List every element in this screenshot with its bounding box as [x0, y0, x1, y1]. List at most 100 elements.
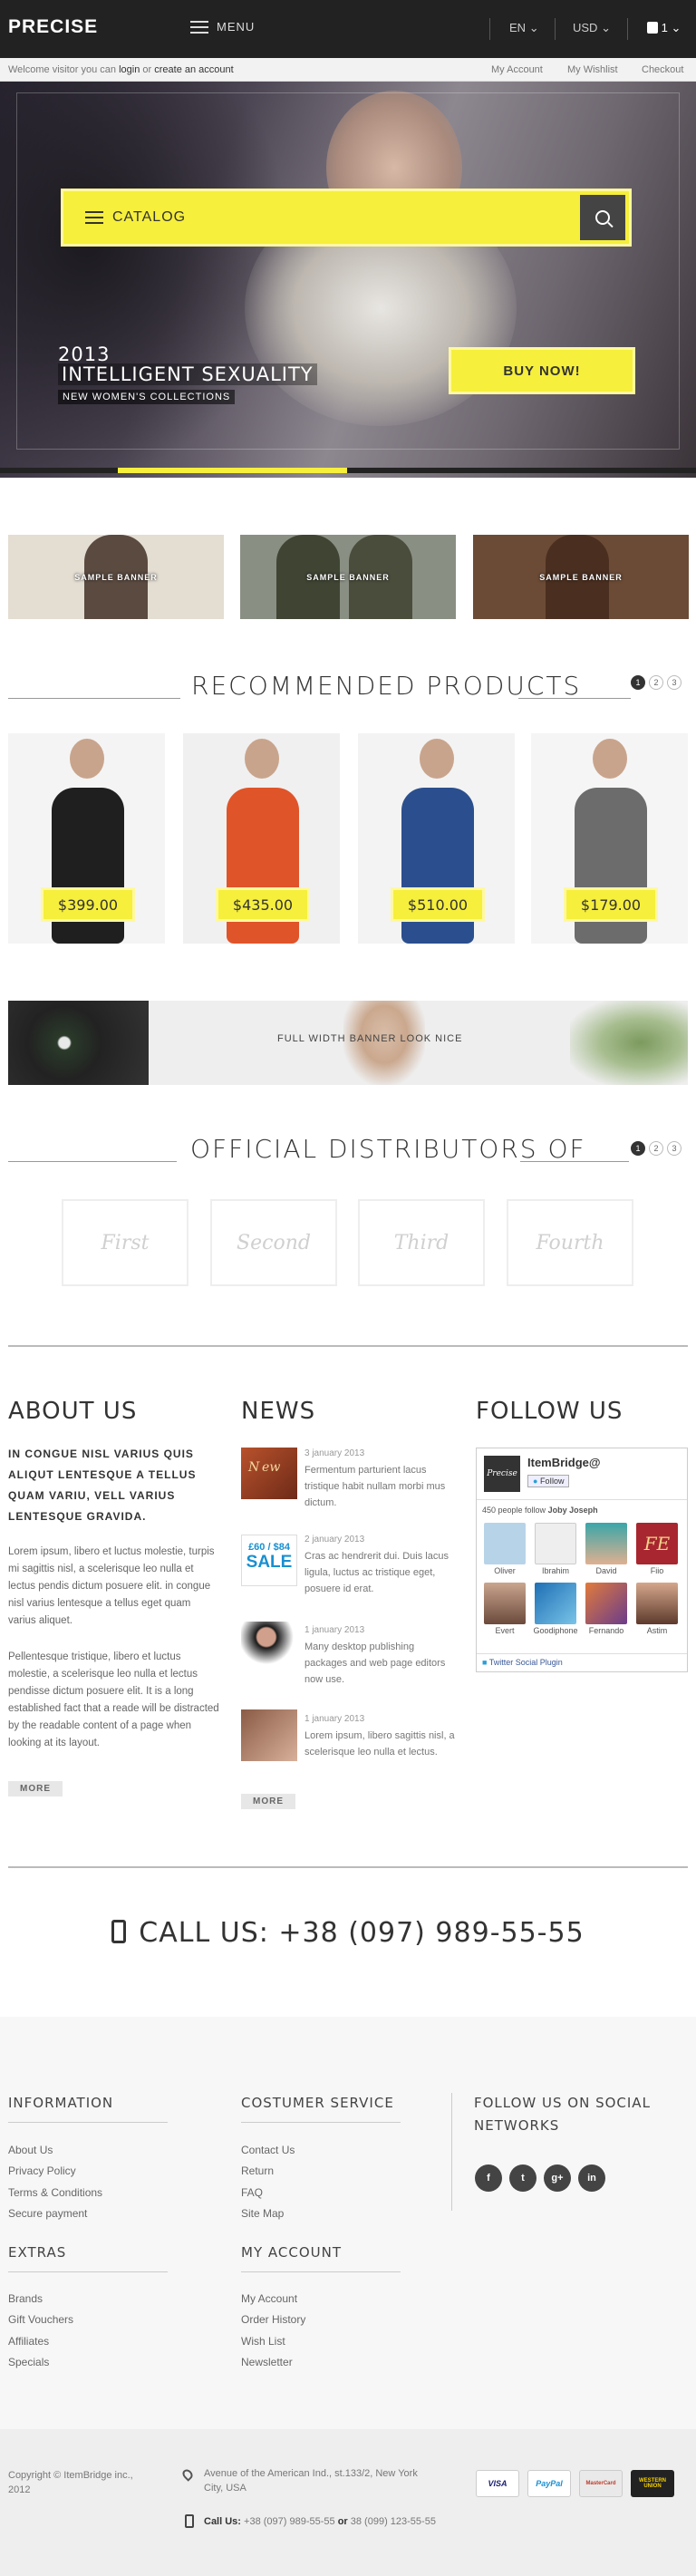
follower-avatar[interactable]: [484, 1583, 526, 1624]
recommended-pager: 1 2 3: [631, 675, 682, 690]
sample-banner-1[interactable]: SAMPLE BANNER: [8, 535, 224, 619]
phone-icon: [111, 1920, 127, 1943]
catalog-bar[interactable]: CATALOG: [61, 189, 632, 247]
product-card[interactable]: $510.00: [358, 733, 515, 944]
address: Avenue of the American Ind., st.133/2, N…: [204, 2468, 418, 2479]
widget-page-name[interactable]: ItemBridge@: [527, 1456, 601, 1469]
about-title: ABOUT US: [8, 1398, 138, 1425]
footer-link[interactable]: Secure payment: [8, 2207, 87, 2220]
footer-link[interactable]: Specials: [8, 2356, 49, 2368]
product-price[interactable]: $435.00: [216, 887, 310, 922]
follower-avatar[interactable]: FE: [636, 1523, 678, 1564]
plugin-label: Twitter Social Plugin: [488, 1658, 563, 1667]
checkout-link[interactable]: Checkout: [642, 64, 683, 75]
footer-link[interactable]: Newsletter: [241, 2356, 293, 2368]
distributor-logo[interactable]: First: [62, 1199, 188, 1286]
plugin-link[interactable]: ■ Twitter Social Plugin: [482, 1658, 563, 1667]
footer-link[interactable]: About Us: [8, 2144, 53, 2156]
buy-now-button[interactable]: BUY NOW!: [449, 347, 635, 394]
product-card[interactable]: $399.00: [8, 733, 165, 944]
news-text[interactable]: Fermentum parturient lacus tristique hab…: [304, 1462, 459, 1511]
product-price[interactable]: $399.00: [41, 887, 135, 922]
search-button[interactable]: [580, 195, 625, 240]
footer-link[interactable]: Return: [241, 2164, 274, 2177]
page-dot[interactable]: 3: [667, 675, 682, 690]
distributor-logo[interactable]: Third: [358, 1199, 485, 1286]
footer-link[interactable]: Privacy Policy: [8, 2164, 76, 2177]
footer-link[interactable]: Gift Vouchers: [8, 2313, 73, 2326]
sample-banner-3[interactable]: SAMPLE BANNER: [473, 535, 689, 619]
news-thumb[interactable]: [241, 1709, 297, 1761]
news-more-button[interactable]: MORE: [241, 1794, 295, 1809]
follower-avatar[interactable]: [484, 1523, 526, 1564]
product-card[interactable]: $435.00: [183, 733, 340, 944]
distributor-logo[interactable]: Second: [210, 1199, 337, 1286]
footer-link[interactable]: Terms & Conditions: [8, 2186, 102, 2199]
news-thumb[interactable]: £60 / $84 SALE: [241, 1535, 297, 1586]
banner-label: SAMPLE BANNER: [306, 572, 390, 582]
page-dot[interactable]: 2: [649, 1141, 663, 1156]
product-price[interactable]: $510.00: [391, 887, 485, 922]
page-dot[interactable]: 2: [649, 675, 663, 690]
western-union-icon: WESTERN UNION: [631, 2470, 674, 2497]
page-dot[interactable]: 1: [631, 1141, 645, 1156]
full-width-banner[interactable]: FULL WIDTH BANNER LOOK NICE: [8, 1001, 688, 1085]
follower-avatar[interactable]: [585, 1523, 627, 1564]
distributors-pager: 1 2 3: [631, 1141, 682, 1156]
about-more-button[interactable]: MORE: [8, 1781, 63, 1796]
follower-avatar[interactable]: [535, 1583, 576, 1624]
divider: [451, 2093, 452, 2211]
footer-link[interactable]: Affiliates: [8, 2335, 49, 2348]
footer-link[interactable]: Site Map: [241, 2207, 284, 2220]
news-date: 2 january 2013: [304, 1535, 365, 1545]
news-thumb[interactable]: N ew: [241, 1448, 297, 1499]
cart-button[interactable]: 1 ⌄: [647, 21, 681, 35]
banner-image-plant: [570, 1001, 688, 1085]
footer-link[interactable]: Order History: [241, 2313, 305, 2326]
mastercard-icon: MasterCard: [579, 2470, 623, 2497]
footer-link[interactable]: Brands: [8, 2292, 43, 2305]
news-text[interactable]: Many desktop publishing packages and web…: [304, 1639, 459, 1688]
page-dot[interactable]: 1: [631, 675, 645, 690]
footer-link[interactable]: Wish List: [241, 2335, 285, 2348]
login-link[interactable]: login: [119, 64, 140, 75]
sample-banner-2[interactable]: SAMPLE BANNER: [240, 535, 456, 619]
footer-link[interactable]: My Account: [241, 2292, 297, 2305]
call-us: CALL US: +38 (097) 989-55-55: [0, 1917, 696, 1949]
news-text[interactable]: Lorem ipsum, libero sagittis nisl, a sce…: [304, 1728, 459, 1760]
my-account-link[interactable]: My Account: [491, 64, 543, 75]
footer-social-title: FOLLOW US ON SOCIAL: [474, 2095, 651, 2111]
follower-avatar[interactable]: [585, 1583, 627, 1624]
product-image: [245, 739, 279, 779]
follower-avatar[interactable]: [535, 1523, 576, 1564]
news-thumb[interactable]: [241, 1622, 297, 1673]
footer-link[interactable]: FAQ: [241, 2186, 263, 2199]
menu-button[interactable]: MENU: [190, 20, 255, 34]
follower-avatar[interactable]: [636, 1583, 678, 1624]
divider: [627, 18, 628, 40]
currency-select[interactable]: USD ⌄: [573, 21, 611, 35]
follower-name: David: [595, 1566, 617, 1575]
hero-year: 2013: [58, 344, 111, 365]
news-thumb-art: N ew: [248, 1460, 281, 1475]
slider-progress[interactable]: [0, 468, 696, 473]
google-plus-icon[interactable]: g+: [544, 2164, 571, 2192]
news-text[interactable]: Cras ac hendrerit dui. Duis lacus ligula…: [304, 1548, 459, 1597]
facebook-icon[interactable]: f: [475, 2164, 502, 2192]
cart-count: 1: [661, 21, 668, 34]
logo[interactable]: PRECISE: [8, 16, 98, 38]
create-account-link[interactable]: create an account: [154, 64, 233, 75]
news-date: 1 january 2013: [304, 1714, 365, 1724]
product-price[interactable]: $179.00: [564, 887, 658, 922]
language-select[interactable]: EN ⌄: [509, 21, 539, 35]
twitter-icon[interactable]: t: [509, 2164, 536, 2192]
follow-button[interactable]: ● FoIlow: [527, 1475, 570, 1487]
page-dot[interactable]: 3: [667, 1141, 682, 1156]
product-card[interactable]: $179.00: [531, 733, 688, 944]
my-wishlist-link[interactable]: My Wishlist: [567, 64, 618, 75]
linkedin-icon[interactable]: in: [578, 2164, 605, 2192]
footer-link[interactable]: Contact Us: [241, 2144, 295, 2156]
distributor-logo[interactable]: Fourth: [507, 1199, 633, 1286]
location-pin-icon: [180, 2467, 195, 2482]
chevron-down-icon: ⌄: [528, 21, 539, 34]
